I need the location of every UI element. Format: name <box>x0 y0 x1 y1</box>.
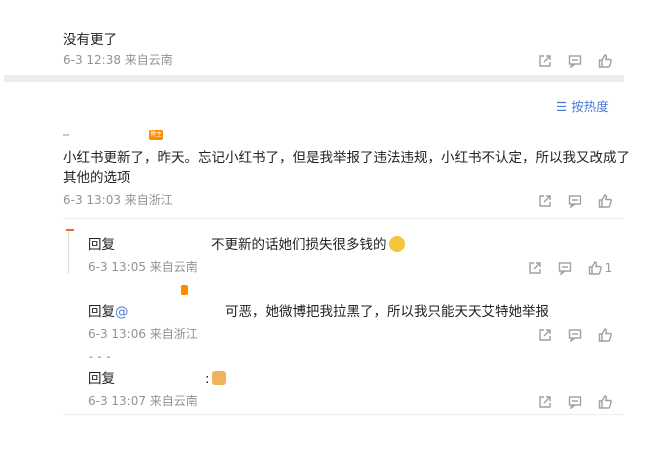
share-icon[interactable] <box>530 192 560 210</box>
reply-text: 可恶，她微博把我拉黑了，所以我只能天天艾特她举报 <box>225 304 549 320</box>
divider <box>63 414 623 415</box>
comment-icon[interactable] <box>560 192 590 210</box>
like-icon[interactable] <box>590 52 620 70</box>
comment-icon[interactable] <box>560 393 590 411</box>
username-placeholder: - - - <box>89 352 112 363</box>
share-icon[interactable] <box>530 326 560 344</box>
sort-label: 按热度 <box>571 99 609 114</box>
reply-text: 不更新的话她们损失很多钱的 <box>211 235 405 255</box>
reply-prefix-label: 回复 <box>88 304 115 320</box>
comment-meta: 6-3 12:38 来自云南 <box>63 53 173 67</box>
avatar[interactable] <box>63 134 69 136</box>
like-button[interactable]: 1 <box>580 259 620 277</box>
main-comment-line1: 小红书更新了，昨天。忘记小红书了，但是我举报了违法违规，小红书不认定，所以我又改… <box>63 150 630 166</box>
comment-icon[interactable] <box>560 52 590 70</box>
sort-icon: ☰ <box>556 99 568 114</box>
reply-actions: 1 <box>520 259 620 277</box>
blogger-badge: 博主 <box>149 130 163 140</box>
reply-text-content: 不更新的话她们损失很多钱的 <box>211 237 387 253</box>
like-icon[interactable] <box>590 326 620 344</box>
reply-text-content: : <box>205 371 210 387</box>
reply-actions <box>530 393 620 411</box>
reply-actions <box>530 326 620 344</box>
comment-icon[interactable] <box>560 326 590 344</box>
thumbs-up-emoji <box>211 371 226 385</box>
reply-prefix: 回复@ <box>88 302 129 322</box>
reply-meta: 6-3 13:06 来自浙江 <box>88 327 198 341</box>
comment-actions <box>530 52 620 70</box>
share-icon[interactable] <box>530 52 560 70</box>
section-divider <box>4 75 624 82</box>
thread-line <box>68 230 69 274</box>
divider <box>63 218 623 219</box>
like-icon[interactable] <box>590 192 620 210</box>
reply-prefix: 回复 <box>88 371 115 387</box>
mention-link[interactable]: @ <box>115 304 129 320</box>
reply-text: : <box>205 369 226 389</box>
comment-icon[interactable] <box>550 259 580 277</box>
reply-prefix: 回复 <box>88 237 115 253</box>
thread-marker <box>66 229 74 231</box>
comment-text: 没有更了 <box>63 32 117 48</box>
like-count: 1 <box>604 261 613 275</box>
sort-button[interactable]: ☰ 按热度 <box>556 96 609 115</box>
laughing-crying-emoji <box>388 236 405 252</box>
like-icon <box>588 261 602 275</box>
share-icon[interactable] <box>530 393 560 411</box>
share-icon[interactable] <box>520 259 550 277</box>
main-comment-actions <box>530 192 620 210</box>
reply-meta: 6-3 13:07 来自云南 <box>88 394 198 408</box>
like-icon[interactable] <box>590 393 620 411</box>
main-comment-meta: 6-3 13:03 来自浙江 <box>63 193 173 207</box>
main-comment-line2: 其他的选项 <box>63 170 131 186</box>
badge <box>181 285 188 295</box>
reply-meta: 6-3 13:05 来自云南 <box>88 260 198 274</box>
